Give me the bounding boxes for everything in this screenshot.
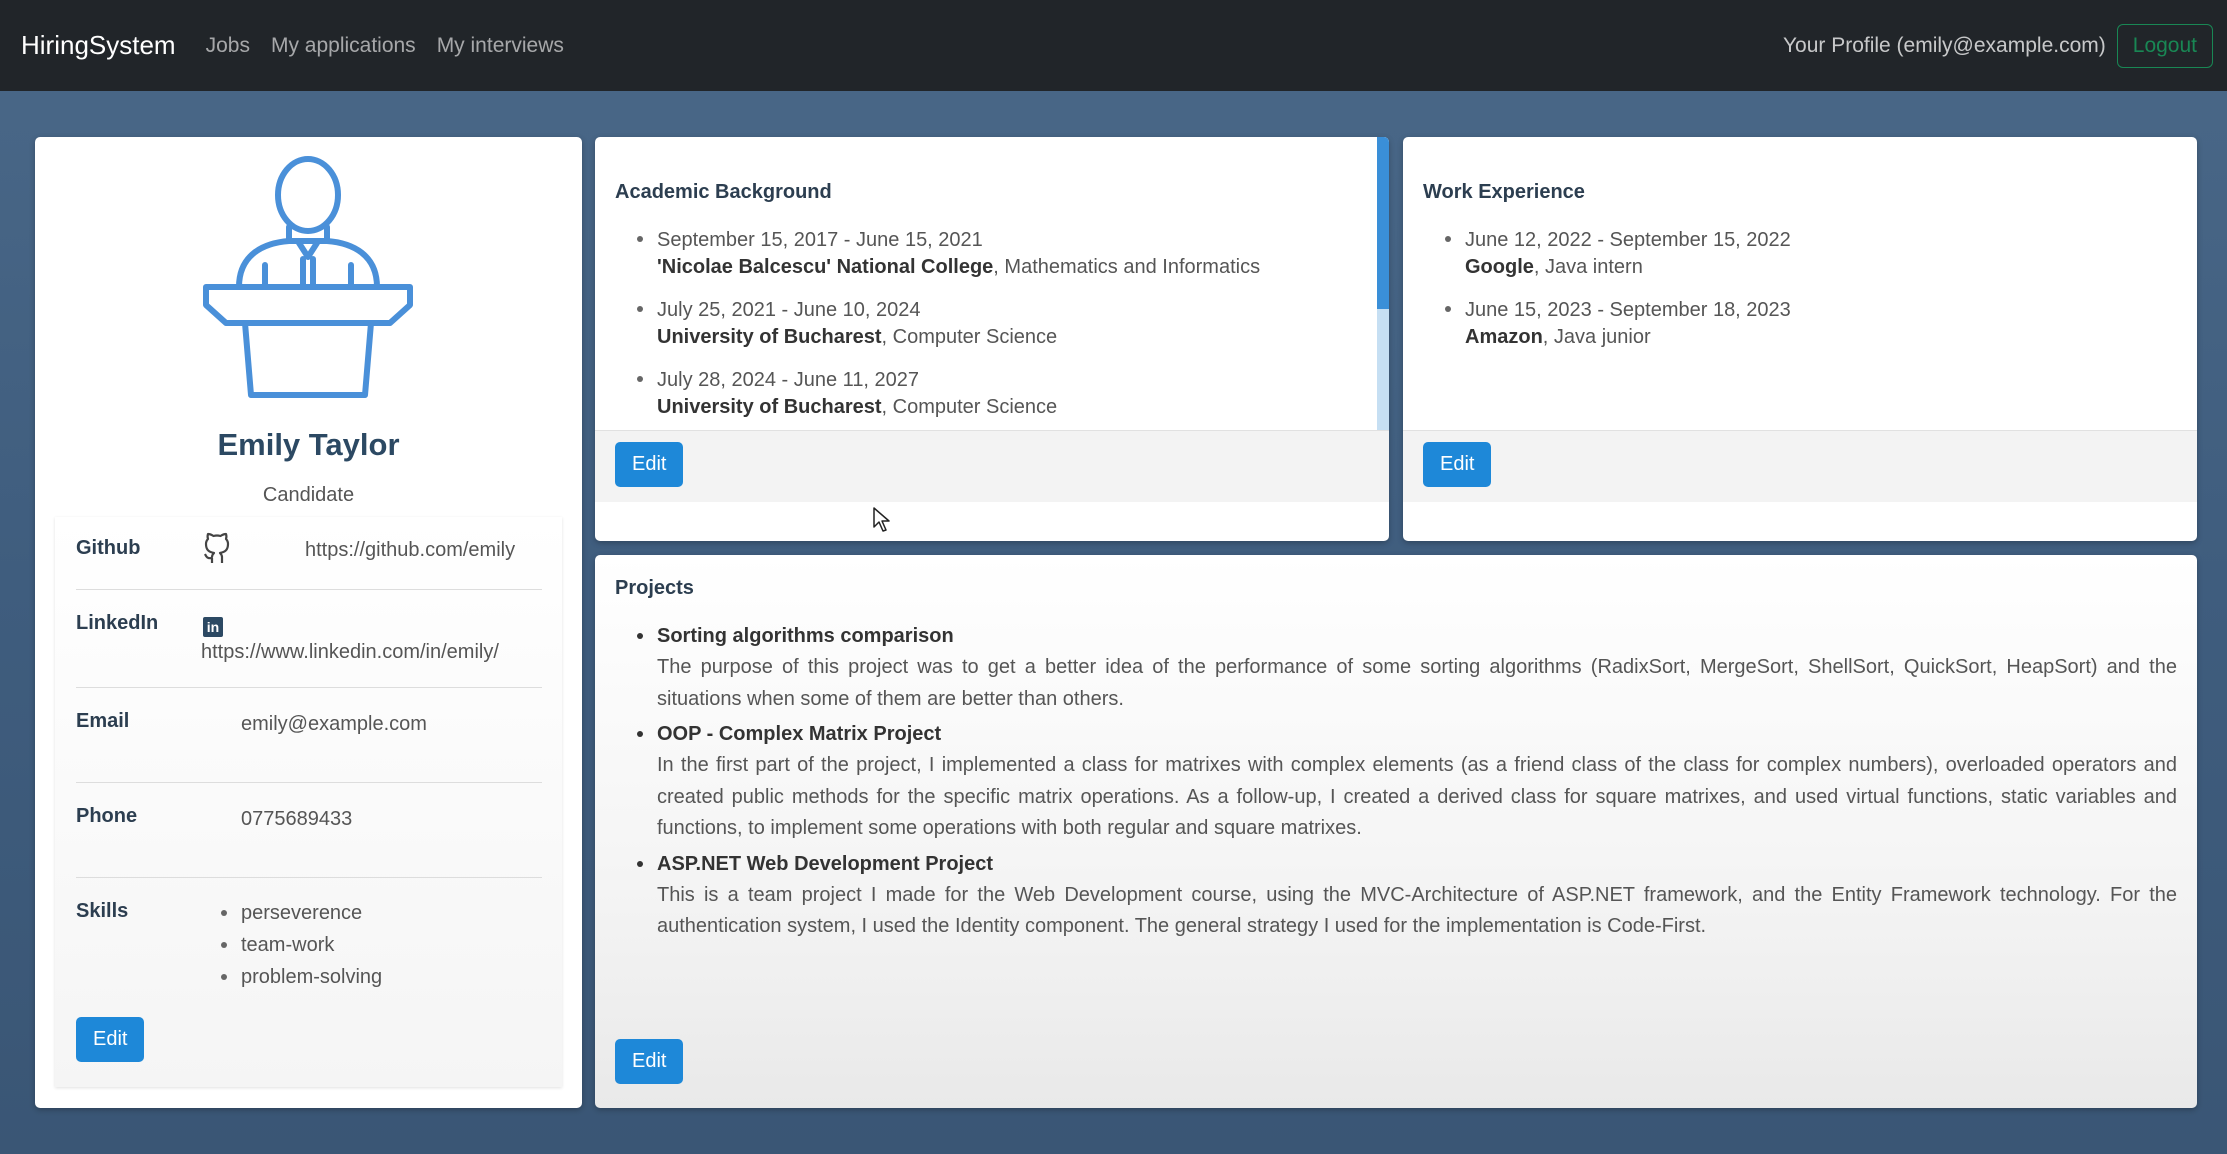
- academic-entry: July 25, 2021 - June 10, 2024 University…: [636, 295, 1260, 349]
- skills-list: perseverence team-work problem-solving: [221, 897, 383, 993]
- email-label: Email: [76, 710, 130, 732]
- entry-field: , Computer Science: [881, 326, 1058, 348]
- entry-position: , Java intern: [1533, 256, 1643, 278]
- project-description: This is a team project I made for the We…: [657, 883, 2177, 938]
- entry-date: June 15, 2023 - September 18, 2023: [1465, 299, 1791, 321]
- entry-field: , Mathematics and Informatics: [993, 256, 1261, 278]
- speaker-avatar-icon: [203, 155, 413, 400]
- academic-card-footer: Edit: [595, 430, 1389, 502]
- work-entry: June 15, 2023 - September 18, 2023 Amazo…: [1445, 295, 1791, 349]
- skill-item: perseverence: [221, 897, 382, 929]
- edit-profile-button[interactable]: Edit: [76, 1017, 145, 1062]
- nav-right: Your Profile (emily@example.com) Logout: [1783, 23, 2227, 68]
- entry-date: September 15, 2017 - June 15, 2021: [657, 229, 983, 251]
- edit-work-button[interactable]: Edit: [1423, 442, 1492, 487]
- entry-date: June 12, 2022 - September 15, 2022: [1465, 229, 1791, 251]
- top-navbar: HiringSystem Jobs My applications My int…: [0, 0, 2227, 91]
- academic-scrollbar-thumb[interactable]: [1377, 137, 1389, 309]
- academic-background-card: Academic Background September 15, 2017 -…: [595, 137, 1389, 541]
- entry-date: July 28, 2024 - June 11, 2027: [657, 369, 920, 391]
- github-url[interactable]: https://github.com/emily: [305, 539, 515, 562]
- entry-company: Google: [1465, 256, 1534, 278]
- academic-scroll-area[interactable]: September 15, 2017 - June 15, 2021 'Nico…: [595, 137, 1377, 430]
- skill-text: perseverence: [241, 902, 363, 924]
- academic-entry: September 15, 2017 - June 15, 2021 'Nico…: [636, 225, 1261, 279]
- project-title: ASP.NET Web Development Project: [657, 852, 994, 875]
- academic-scrollbar-track[interactable]: [1377, 137, 1389, 430]
- github-label: Github: [76, 537, 141, 559]
- project-item: Sorting algorithms comparison The purpos…: [637, 621, 2177, 715]
- brand-link[interactable]: HiringSystem: [21, 30, 176, 61]
- edit-academic-button[interactable]: Edit: [615, 442, 684, 487]
- projects-list: Sorting algorithms comparison The purpos…: [637, 621, 2177, 947]
- skill-text: team-work: [241, 934, 335, 956]
- project-title: Sorting algorithms comparison: [657, 625, 954, 647]
- projects-title: Projects: [615, 577, 694, 599]
- entry-institution: 'Nicolae Balcescu' National College: [657, 256, 994, 278]
- entry-date: July 25, 2021 - June 10, 2024: [657, 299, 921, 321]
- linkedin-url[interactable]: https://www.linkedin.com/in/emily/: [201, 641, 499, 664]
- skill-text: problem-solving: [241, 966, 383, 988]
- work-entries: June 12, 2022 - September 15, 2022 Googl…: [1445, 225, 1791, 365]
- nav-my-applications[interactable]: My applications: [271, 34, 416, 58]
- work-card-footer: Edit: [1403, 430, 2197, 502]
- profile-card: Emily Taylor Candidate Github https://gi…: [35, 137, 582, 1108]
- entry-company: Amazon: [1465, 326, 1543, 348]
- divider: [76, 687, 542, 688]
- divider: [76, 877, 542, 878]
- candidate-role: Candidate: [262, 484, 355, 506]
- entry-field: , Computer Science: [881, 396, 1058, 418]
- logout-button[interactable]: Logout: [2116, 23, 2213, 68]
- skill-item: team-work: [221, 929, 382, 961]
- nav-jobs[interactable]: Jobs: [206, 34, 250, 58]
- github-icon: [201, 532, 233, 571]
- entry-institution: University of Bucharest: [657, 396, 882, 418]
- linkedin-icon: in: [203, 617, 223, 637]
- contact-info-panel: Github https://github.com/emily LinkedIn…: [55, 517, 562, 1087]
- academic-entry: July 28, 2024 - June 11, 2027 University…: [636, 365, 1260, 419]
- project-item: OOP - Complex Matrix Project In the firs…: [637, 719, 2177, 845]
- entry-institution: University of Bucharest: [657, 326, 882, 348]
- project-title: OOP - Complex Matrix Project: [657, 723, 942, 745]
- work-experience-card: Work Experience June 12, 2022 - Septembe…: [1403, 137, 2197, 541]
- your-profile-link[interactable]: Your Profile (emily@example.com): [1783, 34, 2106, 58]
- work-experience-title: Work Experience: [1423, 181, 1585, 203]
- edit-projects-button[interactable]: Edit: [615, 1039, 684, 1084]
- skills-label: Skills: [76, 900, 129, 922]
- divider: [76, 589, 542, 590]
- candidate-name: Emily Taylor: [217, 427, 400, 462]
- mouse-cursor-icon: [873, 507, 890, 532]
- nav-my-interviews[interactable]: My interviews: [437, 34, 564, 58]
- entry-position: , Java junior: [1542, 326, 1651, 348]
- email-value: emily@example.com: [241, 713, 427, 735]
- project-item: ASP.NET Web Development Project This is …: [637, 849, 2177, 943]
- phone-label: Phone: [76, 805, 138, 827]
- projects-card: Projects Sorting algorithms comparison T…: [595, 555, 2197, 1108]
- linkedin-label: LinkedIn: [76, 612, 159, 634]
- project-description: In the first part of the project, I impl…: [657, 754, 2177, 839]
- project-description: The purpose of this project was to get a…: [657, 656, 2177, 710]
- divider: [76, 782, 542, 783]
- work-entry: June 12, 2022 - September 15, 2022 Googl…: [1445, 225, 1791, 279]
- skill-item: problem-solving: [221, 961, 383, 993]
- academic-entries: September 15, 2017 - June 15, 2021 'Nico…: [636, 225, 1261, 430]
- phone-value: 0775689433: [241, 808, 353, 830]
